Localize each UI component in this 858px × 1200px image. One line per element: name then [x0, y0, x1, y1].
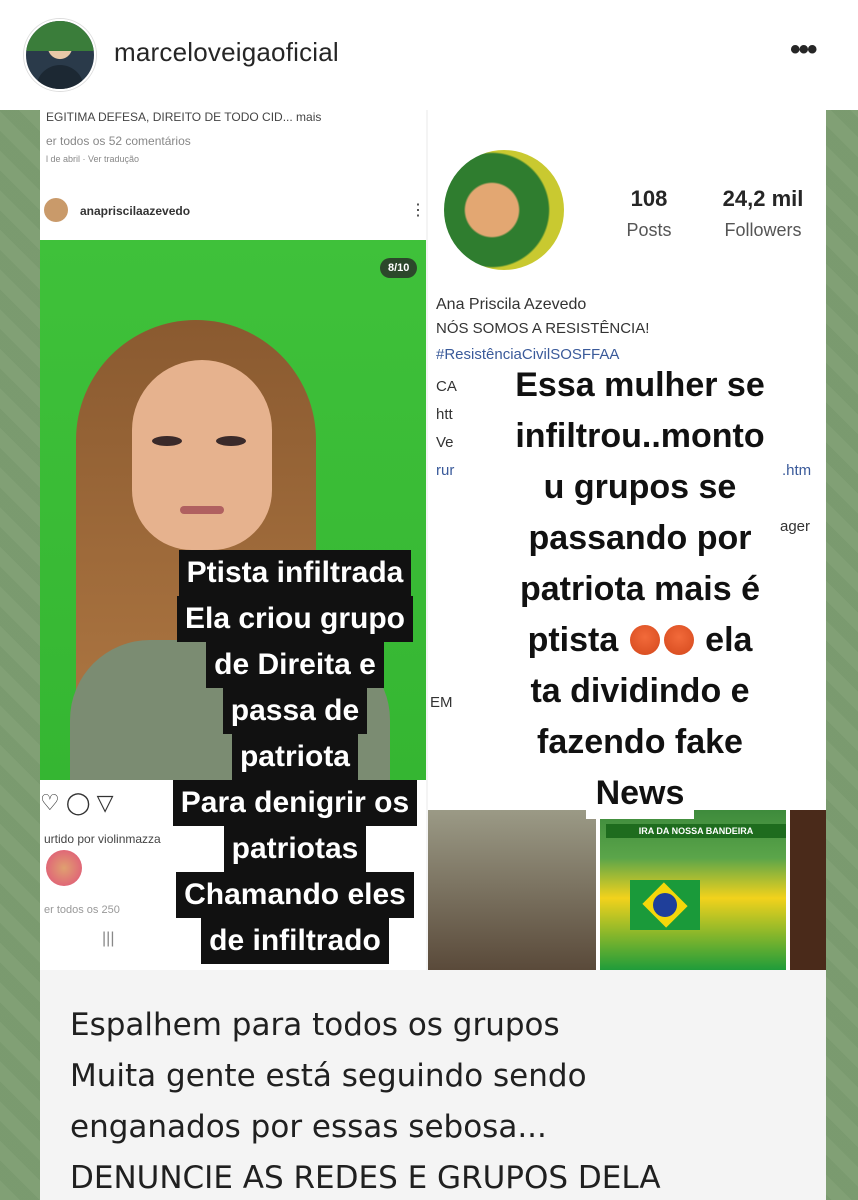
- comment-avatar: [46, 850, 82, 886]
- overlay-line: passa de: [222, 688, 368, 734]
- followers-label: Followers: [724, 220, 802, 240]
- carousel-counter: 8/10: [380, 258, 418, 278]
- photo-mouth: [180, 506, 224, 514]
- screenshot-more-icon: ⋮: [410, 202, 426, 219]
- overlay-line: Essa mulher se: [505, 360, 775, 411]
- overlay-line: ta dividindo e: [520, 666, 760, 717]
- overlay-line: de infiltrado: [201, 918, 389, 964]
- caption-text: EGITIMA DEFESA, DIREITO DE TODO CID... m…: [46, 110, 322, 124]
- posts-count: 108: [630, 186, 668, 211]
- view-all-comments: er todos os 250: [44, 904, 120, 916]
- overlay-line: patriotas: [223, 826, 367, 872]
- caption-line: Muita gente está seguindo sendo: [70, 1058, 587, 1094]
- photo-eye: [216, 436, 246, 446]
- menu-bars-icon: |||: [102, 930, 115, 947]
- overlay-line: passando por: [518, 513, 762, 564]
- caption-line: enganados por essas sebosa...: [70, 1109, 547, 1145]
- avatar-background: [26, 21, 94, 51]
- angry-face-icon: [629, 625, 660, 655]
- bio-link-fragment: rur: [436, 462, 455, 479]
- brazil-flag-circle: [653, 893, 677, 917]
- overlay-line: Para denigrir os: [172, 780, 418, 826]
- overlay-word: ptista: [527, 621, 619, 659]
- profile-name: Ana Priscila Azevedo: [436, 296, 587, 313]
- view-comments-link: er todos os 52 comentários: [46, 134, 191, 148]
- overlay-word: ela: [705, 621, 753, 659]
- photo-eye: [152, 436, 182, 446]
- more-horizontal-icon[interactable]: •••: [790, 35, 817, 65]
- post-image: EGITIMA DEFESA, DIREITO DE TODO CID... m…: [0, 110, 858, 1200]
- grid-photo-dark: [790, 810, 826, 970]
- overlay-text-left: Ptista infiltrada Ela criou grupo de Dir…: [150, 550, 440, 964]
- overlay-text-right: Essa mulher se infiltrou..monto u grupos…: [460, 360, 820, 819]
- followers-count: 24,2 mil: [722, 186, 804, 211]
- caption-line: Espalhem para todos os grupos: [70, 1007, 560, 1043]
- overlay-line: u grupos se: [533, 462, 747, 513]
- bottom-caption: Espalhem para todos os grupos Muita gent…: [70, 1000, 810, 1200]
- overlay-line: Chamando eles: [176, 872, 414, 918]
- profile-avatar[interactable]: [24, 19, 96, 91]
- screenshot-username: anapriscilaazevedo: [80, 204, 191, 218]
- bio-fragment: Ve: [436, 434, 454, 451]
- overlay-line: News: [585, 768, 695, 819]
- screenshot-action-icons: ♡ ◯ ▽: [40, 790, 114, 815]
- screenshot-card: EGITIMA DEFESA, DIREITO DE TODO CID... m…: [40, 110, 826, 1200]
- bio-fragment: htt: [436, 406, 453, 423]
- photo-face: [132, 360, 272, 550]
- post-header: marceloveigaoficial •••: [0, 0, 858, 110]
- user-avatar: [44, 198, 68, 222]
- overlay-line: de Direita e: [206, 642, 384, 688]
- profile-bio: NÓS SOMOS A RESISTÊNCIA!: [436, 320, 650, 337]
- bio-fragment: CA: [436, 378, 457, 395]
- overlay-line: fazendo fake: [527, 717, 753, 768]
- liked-by-text: urtido por violinmazza: [44, 832, 161, 846]
- grid-photo-meeting: [428, 810, 596, 970]
- angry-face-icon: [663, 625, 694, 655]
- posts-label: Posts: [626, 220, 672, 240]
- post-username[interactable]: marceloveigaoficial: [114, 37, 339, 68]
- grid-photo-title: IRA DA NOSSA BANDEIRA: [606, 824, 786, 838]
- overlay-line-emoji: ptista ela: [517, 615, 763, 666]
- overlay-line: Ela criou grupo: [176, 596, 414, 642]
- overlay-line: patriota mais é: [510, 564, 770, 615]
- post-date: l de abril · Ver tradução: [46, 154, 140, 164]
- overlay-line: Ptista infiltrada: [178, 550, 412, 596]
- caption-line: DENUNCIE AS REDES E GRUPOS DELA: [70, 1160, 661, 1196]
- grid-photo-flag: IRA DA NOSSA BANDEIRA: [600, 810, 786, 970]
- profile-picture: [444, 150, 564, 270]
- avatar-figure: [36, 65, 84, 89]
- overlay-line: infiltrou..monto: [505, 411, 775, 462]
- overlay-line: patriota: [231, 734, 358, 780]
